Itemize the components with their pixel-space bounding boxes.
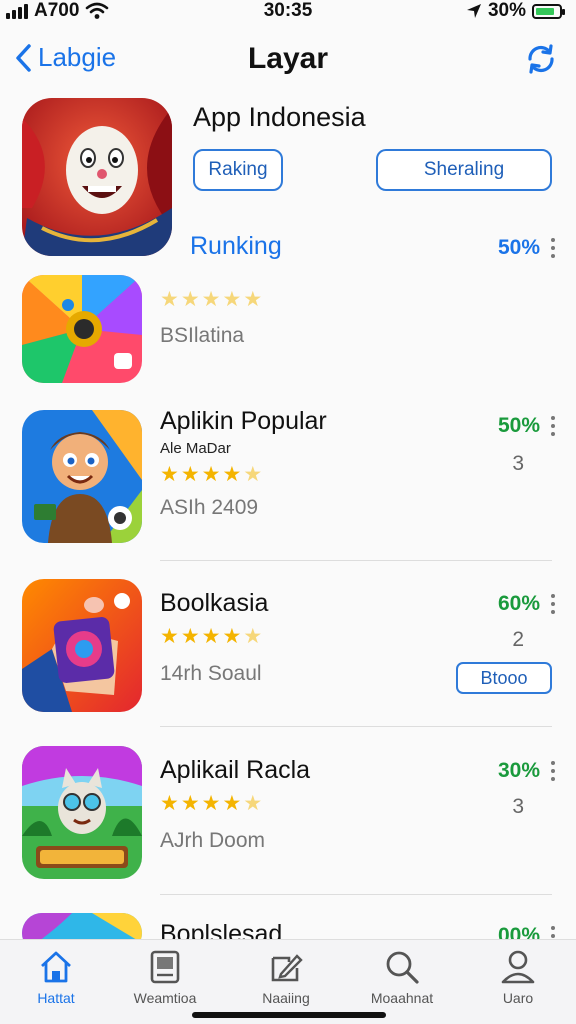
ranking-button[interactable]: Raking	[193, 149, 283, 191]
app-meta-1: ASIh 2409	[160, 496, 259, 519]
rating-stars-1: ★ ★ ★ ★ ★	[160, 463, 263, 486]
profile-icon	[501, 950, 535, 984]
app-subtitle-1: Ale MaDar	[160, 440, 231, 457]
ranking-section-label[interactable]: Runking	[190, 232, 282, 261]
streaming-button[interactable]: Sheraling	[376, 149, 552, 191]
app-rank-3: 3	[512, 795, 524, 818]
app-percent-2: 60%	[497, 592, 540, 615]
apps-icon	[150, 950, 180, 984]
tab-label-profile: Uaro	[502, 990, 534, 1006]
tab-bar: Hattat Weamtioa Naaiing Moaahnat Uaro	[0, 939, 576, 1024]
signal-icon	[6, 3, 28, 19]
tab-apps[interactable]: Weamtioa	[115, 948, 215, 1006]
status-left: A700	[6, 0, 109, 22]
more-icon[interactable]	[550, 416, 556, 440]
nav-bar: Labgie Layar	[0, 38, 576, 84]
featured-percent: 50%	[497, 236, 540, 259]
app-action-button-2[interactable]: Btooo	[456, 662, 552, 694]
more-icon[interactable]	[550, 238, 556, 262]
tab-search[interactable]: Moaahnat	[352, 948, 452, 1006]
home-icon	[41, 951, 71, 983]
refresh-icon[interactable]	[524, 42, 558, 76]
app-icon-0[interactable]	[22, 275, 142, 383]
app-percent-3: 30%	[497, 759, 540, 782]
divider	[160, 560, 552, 561]
divider	[160, 726, 552, 727]
divider	[160, 894, 552, 895]
back-button[interactable]: Labgie	[14, 42, 116, 73]
more-icon[interactable]	[550, 761, 556, 785]
tab-profile[interactable]: Uaro	[468, 948, 568, 1006]
app-title-2[interactable]: Boolkasia	[160, 589, 268, 618]
rating-stars-2: ★ ★ ★ ★ ★	[160, 625, 263, 648]
tab-label-apps: Weamtioa	[133, 990, 197, 1006]
battery-icon	[532, 3, 565, 19]
wifi-icon	[86, 2, 109, 19]
status-bar: A700 30:35 30%	[0, 0, 576, 26]
app-rank-2: 2	[512, 628, 524, 651]
carrier-label: A700	[34, 0, 80, 21]
app-meta-0: BSIlatina	[160, 324, 245, 347]
tab-edit[interactable]: Naaiing	[236, 948, 336, 1006]
edit-icon	[271, 954, 303, 982]
search-icon	[386, 951, 419, 984]
app-meta-3: AJrh Doom	[160, 829, 266, 852]
featured-app-icon[interactable]	[22, 98, 172, 256]
tab-label-search: Moaahnat	[370, 990, 434, 1006]
app-meta-2: 14rh Soaul	[160, 662, 262, 685]
app-rank-1: 3	[512, 452, 524, 475]
more-icon[interactable]	[550, 594, 556, 618]
tab-label-edit: Naaiing	[262, 990, 310, 1006]
back-label: Labgie	[38, 42, 117, 72]
chevron-left-icon	[16, 43, 31, 72]
tab-home[interactable]: Hattat	[6, 948, 106, 1006]
battery-percent: 30%	[487, 0, 526, 21]
app-percent-1: 50%	[497, 414, 540, 437]
status-right: 30%	[466, 0, 565, 22]
rating-stars-3: ★ ★ ★ ★ ★	[160, 792, 263, 815]
home-indicator	[192, 1012, 386, 1018]
app-icon-3[interactable]	[22, 746, 142, 879]
location-icon	[466, 4, 481, 18]
app-icon-2[interactable]	[22, 579, 142, 712]
app-title-1[interactable]: Aplikin Popular	[160, 407, 327, 436]
rating-stars-0: ★ ★ ★ ★ ★	[160, 288, 263, 311]
app-icon-1[interactable]	[22, 410, 142, 543]
app-action-label-2: Btooo	[480, 667, 528, 688]
app-title-3[interactable]: Aplikail Racla	[160, 756, 310, 785]
streaming-button-label: Sheraling	[423, 159, 505, 180]
tab-label-home: Hattat	[37, 990, 75, 1006]
featured-app-title: App Indonesia	[193, 102, 366, 132]
